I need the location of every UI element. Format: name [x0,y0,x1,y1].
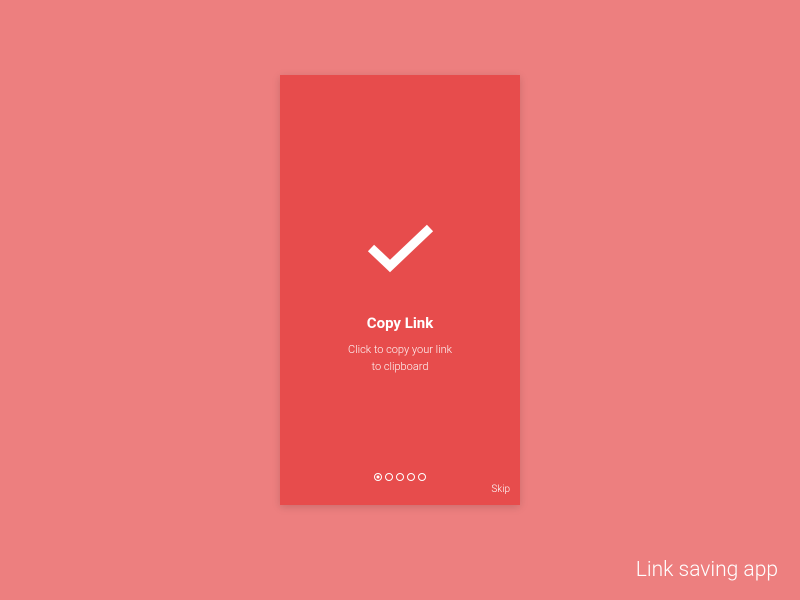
checkmark-container [363,220,438,279]
page-dot-1[interactable] [374,473,382,481]
onboarding-title: Copy Link [367,314,433,332]
skip-button[interactable]: Skip [491,484,510,495]
description-line-1: Click to copy your link [348,343,452,356]
description-line-2: to clipboard [372,360,429,373]
checkmark-icon [363,220,438,275]
onboarding-description: Click to copy your link to clipboard [348,342,452,375]
pagination-dots [374,473,426,481]
app-caption: Link saving app [636,558,778,582]
page-dot-5[interactable] [418,473,426,481]
page-dot-4[interactable] [407,473,415,481]
page-dot-3[interactable] [396,473,404,481]
page-dot-2[interactable] [385,473,393,481]
onboarding-screen: Copy Link Click to copy your link to cli… [280,75,520,505]
